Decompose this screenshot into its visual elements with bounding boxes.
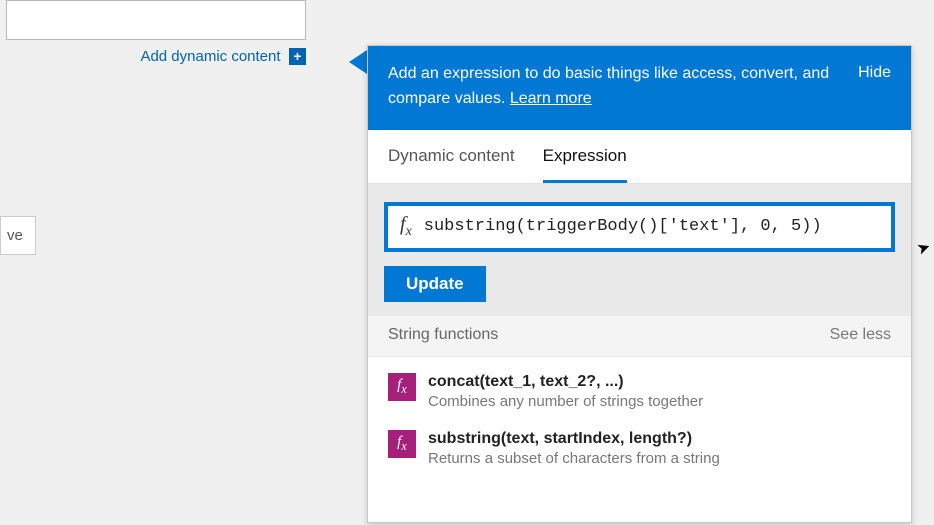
- add-dynamic-content-link[interactable]: Add dynamic content: [140, 48, 280, 65]
- function-signature: substring(text, startIndex, length?): [428, 430, 720, 448]
- section-title: String functions: [388, 326, 498, 344]
- functions-scroll[interactable]: String functions See less fx concat(text…: [368, 316, 911, 522]
- function-text: substring(text, startIndex, length?) Ret…: [428, 430, 720, 467]
- function-list: fx concat(text_1, text_2?, ...) Combines…: [368, 357, 911, 487]
- function-item-substring[interactable]: fx substring(text, startIndex, length?) …: [368, 420, 911, 477]
- expression-input-wrap[interactable]: fx: [384, 202, 895, 252]
- left-column: Add dynamic content +: [0, 0, 320, 84]
- function-item-concat[interactable]: fx concat(text_1, text_2?, ...) Combines…: [368, 363, 911, 420]
- expression-input[interactable]: [424, 217, 891, 236]
- hide-link[interactable]: Hide: [858, 62, 891, 82]
- save-button-fragment[interactable]: ve: [0, 216, 36, 255]
- action-input-box[interactable]: [6, 0, 306, 40]
- see-less-link[interactable]: See less: [830, 326, 891, 344]
- section-header-string-functions: String functions See less: [368, 316, 911, 357]
- function-description: Returns a subset of characters from a st…: [428, 450, 720, 467]
- callout-pointer-icon: [349, 50, 367, 74]
- expression-editor-area: fx Update: [368, 184, 911, 316]
- function-description: Combines any number of strings together: [428, 393, 703, 410]
- tabs-row: Dynamic content Expression: [368, 130, 911, 184]
- function-text: concat(text_1, text_2?, ...) Combines an…: [428, 373, 703, 410]
- learn-more-link[interactable]: Learn more: [510, 90, 592, 107]
- tab-expression[interactable]: Expression: [543, 146, 627, 183]
- function-signature: concat(text_1, text_2?, ...): [428, 373, 703, 391]
- flyout-header-text: Add an expression to do basic things lik…: [388, 62, 846, 112]
- add-dynamic-content-row: Add dynamic content +: [0, 48, 306, 66]
- flyout-header: Add an expression to do basic things lik…: [368, 46, 911, 130]
- header-intro: Add an expression to do basic things lik…: [388, 65, 829, 107]
- fx-badge-icon: fx: [388, 373, 416, 401]
- tab-dynamic-content[interactable]: Dynamic content: [388, 146, 515, 183]
- fx-badge-icon: fx: [388, 430, 416, 458]
- update-button[interactable]: Update: [384, 266, 486, 302]
- fx-icon: fx: [388, 213, 424, 240]
- expression-flyout: Add an expression to do basic things lik…: [367, 45, 912, 523]
- plus-icon[interactable]: +: [289, 48, 306, 65]
- cursor-icon: ➤: [914, 236, 933, 259]
